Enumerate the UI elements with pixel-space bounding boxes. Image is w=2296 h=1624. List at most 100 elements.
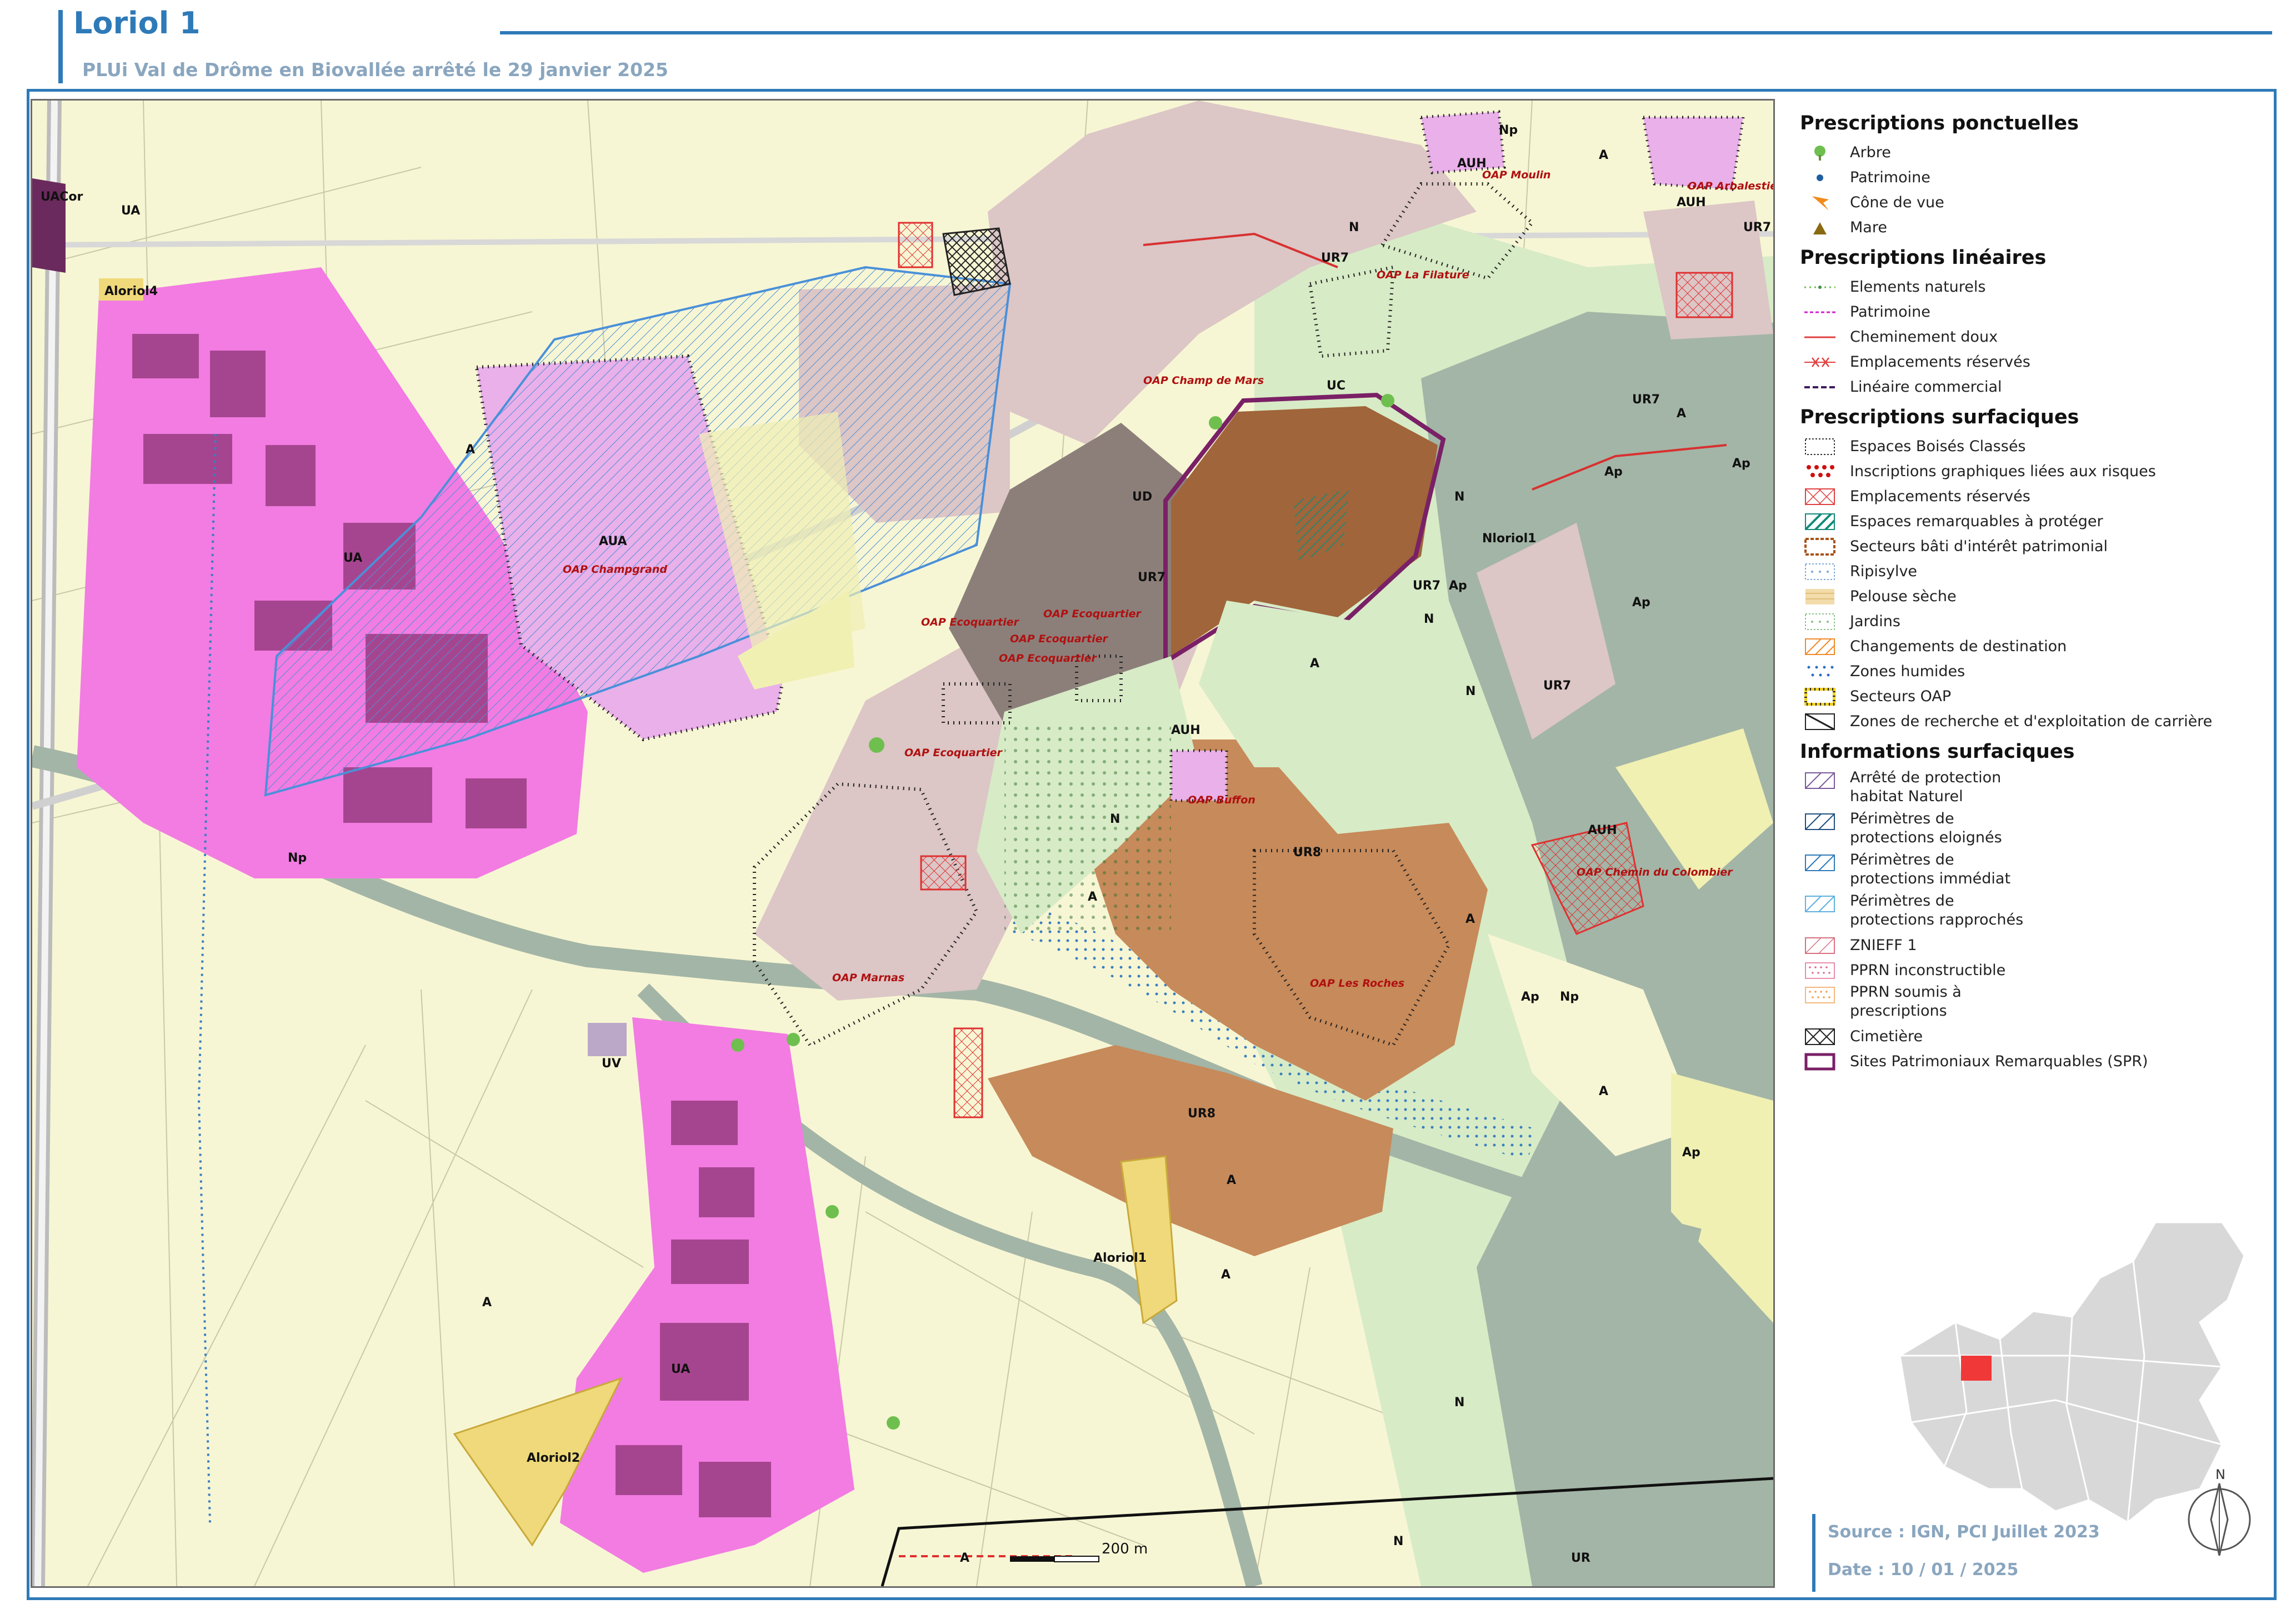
legend-item-label: Périmètres de protections eloignés — [1850, 809, 2002, 847]
legend-section-title: Prescriptions ponctuelles — [1800, 112, 2079, 134]
legend-item-label: Emplacements réservés — [1850, 353, 2030, 371]
red-line-icon — [1804, 336, 1835, 338]
zone-label: Aloriol2 — [527, 1451, 580, 1465]
legend-item: Emplacements réservés — [1800, 484, 2272, 509]
red-hatch-icon — [1805, 488, 1835, 505]
zone-label: A — [960, 1551, 969, 1565]
green-dots-box-icon — [1805, 613, 1835, 630]
legend-item-label: Arbre — [1850, 143, 1891, 161]
zone-label: A — [1310, 657, 1319, 671]
legend-item-label: Emplacements réservés — [1850, 487, 2030, 505]
legend-item-label: Elements naturels — [1850, 278, 1986, 296]
legend-item-label: Patrimoine — [1850, 303, 1930, 321]
scale-label: 200 m — [1102, 1541, 1148, 1557]
zone-label: N — [1454, 490, 1464, 504]
legend-item-label-line: PPRN soumis à — [1850, 983, 1962, 1001]
legend-item: Espaces remarquables à protéger — [1800, 509, 2272, 534]
legend-item: Cheminement doux — [1800, 324, 2272, 349]
locator-highlight — [1961, 1356, 1992, 1381]
green-dotted-line-icon — [1804, 285, 1835, 289]
oap-label: OAP Ecoquartier — [1043, 608, 1142, 620]
zone-label: A — [1599, 148, 1608, 162]
zone-label: UA — [671, 1362, 690, 1376]
zone-label: Ap — [1682, 1146, 1700, 1160]
map-legend: Prescriptions ponctuelles Arbre Patrimoine… — [1800, 106, 2272, 1074]
legend-item: PPRN soumis à prescriptions — [1800, 983, 2272, 1024]
date-text: Date : 10 / 01 / 2025 — [1828, 1560, 2019, 1580]
zone-label: Np — [1560, 990, 1579, 1004]
legend-item-label: Inscriptions graphiques liées aux risque… — [1850, 462, 2156, 480]
tan-pattern-icon — [1805, 588, 1834, 604]
page-title: Loriol 1 — [73, 6, 201, 41]
legend-item: Patrimoine — [1800, 299, 2272, 324]
purple-dashed-line-icon — [1804, 386, 1835, 388]
zone-label: UR7 — [1543, 679, 1571, 693]
map-canvas[interactable]: UACor Aloriol4 UA UA UR7 AUH Np AUH UR7 N A UC UD UR7… — [31, 99, 1775, 1588]
oap-label: OAP Buffon — [1188, 794, 1255, 806]
zone-label: UACor — [41, 190, 83, 204]
legend-item-label: Périmètres de protections rapprochés — [1850, 892, 2023, 930]
blue-dots-box-icon — [1805, 563, 1835, 580]
legend-item-label-line: prescriptions — [1850, 1002, 1947, 1020]
legend-item-label: Pelouse sèche — [1850, 587, 1957, 605]
legend-item-label: Zones de recherche et d'exploitation de … — [1850, 712, 2213, 730]
oap-label: OAP Marnas — [832, 972, 904, 984]
legend-item: Cimetière — [1800, 1024, 2272, 1049]
legend-item-label-line: Périmètres de — [1850, 810, 1954, 827]
crosshatch-icon — [1805, 1028, 1835, 1045]
zone-label: A — [466, 443, 475, 457]
brown-dashed-box-icon — [1804, 537, 1835, 556]
zone-label: Ap — [1449, 579, 1467, 593]
legend-item: Cône de vue — [1800, 190, 2272, 215]
zone-UV — [588, 1023, 627, 1056]
legend-item-label-line: protections rapprochés — [1850, 911, 2024, 928]
legend-item-label-line: Périmètres de — [1850, 892, 1954, 910]
zone-label: UR7 — [1321, 251, 1349, 265]
legend-item: Zones humides — [1800, 659, 2272, 684]
legend-item: Sites Patrimoniaux Remarquables (SPR) — [1800, 1049, 2272, 1074]
zone-label: UR — [1571, 1551, 1590, 1565]
zone-label: UR8 — [1293, 846, 1321, 860]
legend-item-label: Mare — [1850, 218, 1887, 236]
purple-hatch-icon — [1805, 772, 1835, 789]
legend-item-label: Espaces Boisés Classés — [1850, 437, 2026, 455]
legend-item-label: Cimetière — [1850, 1027, 1923, 1045]
oap-label: OAP Ecoquartier — [921, 616, 1019, 628]
legend-item: Patrimoine — [1800, 165, 2272, 190]
legend-item-label: PPRN soumis à prescriptions — [1850, 983, 1962, 1021]
dark-blue-hatch-icon — [1805, 813, 1835, 830]
pink-dots-icon — [1805, 962, 1835, 979]
legend-item-label: Espaces remarquables à protéger — [1850, 512, 2103, 530]
legend-item-label: Sites Patrimoniaux Remarquables (SPR) — [1850, 1052, 2148, 1070]
legend-item: ZNIEFF 1 — [1800, 933, 2272, 958]
legend-item-label: ZNIEFF 1 — [1850, 936, 1917, 954]
title-rule — [500, 31, 2272, 34]
legend-item: Linéaire commercial — [1800, 374, 2272, 399]
legend-item-label: Patrimoine — [1850, 168, 1930, 186]
legend-item-label: Changements de destination — [1850, 637, 2067, 655]
legend-item: Espaces Boisés Classés — [1800, 434, 2272, 459]
zone-label: Ap — [1632, 596, 1650, 609]
purple-outline-icon — [1804, 1053, 1835, 1070]
black-hatch-icon — [1805, 713, 1835, 730]
zone-label: Np — [1499, 123, 1518, 137]
ebc-icon — [1805, 438, 1835, 455]
zone-label: N — [1454, 1396, 1464, 1410]
zone-label: Ap — [1732, 457, 1750, 471]
oap-label: OAP La Filature — [1377, 269, 1469, 281]
source-accent-bar — [1812, 1514, 1815, 1592]
legend-item: Inscriptions graphiques liées aux risque… — [1800, 459, 2272, 484]
red-dots-icon — [1807, 464, 1834, 477]
zone-label: Nloriol1 — [1482, 532, 1536, 546]
zone-label: N — [1110, 812, 1120, 826]
oap-label: OAP Arbalestier — [1688, 180, 1773, 192]
oap-label: OAP Champgrand — [563, 563, 667, 576]
source-text: Source : IGN, PCI Juillet 2023 — [1828, 1522, 2100, 1542]
legend-item: Ripisylve — [1800, 559, 2272, 584]
zone-label: UR7 — [1138, 571, 1165, 584]
legend-item-label: Ripisylve — [1850, 562, 1918, 580]
legend-item-label-line: Arrêté de protection — [1850, 769, 2002, 786]
yellow-dotted-box-icon — [1804, 687, 1835, 706]
legend-item-label-line: Périmètres de — [1850, 851, 1954, 868]
legend-item-label: Jardins — [1850, 612, 1900, 630]
